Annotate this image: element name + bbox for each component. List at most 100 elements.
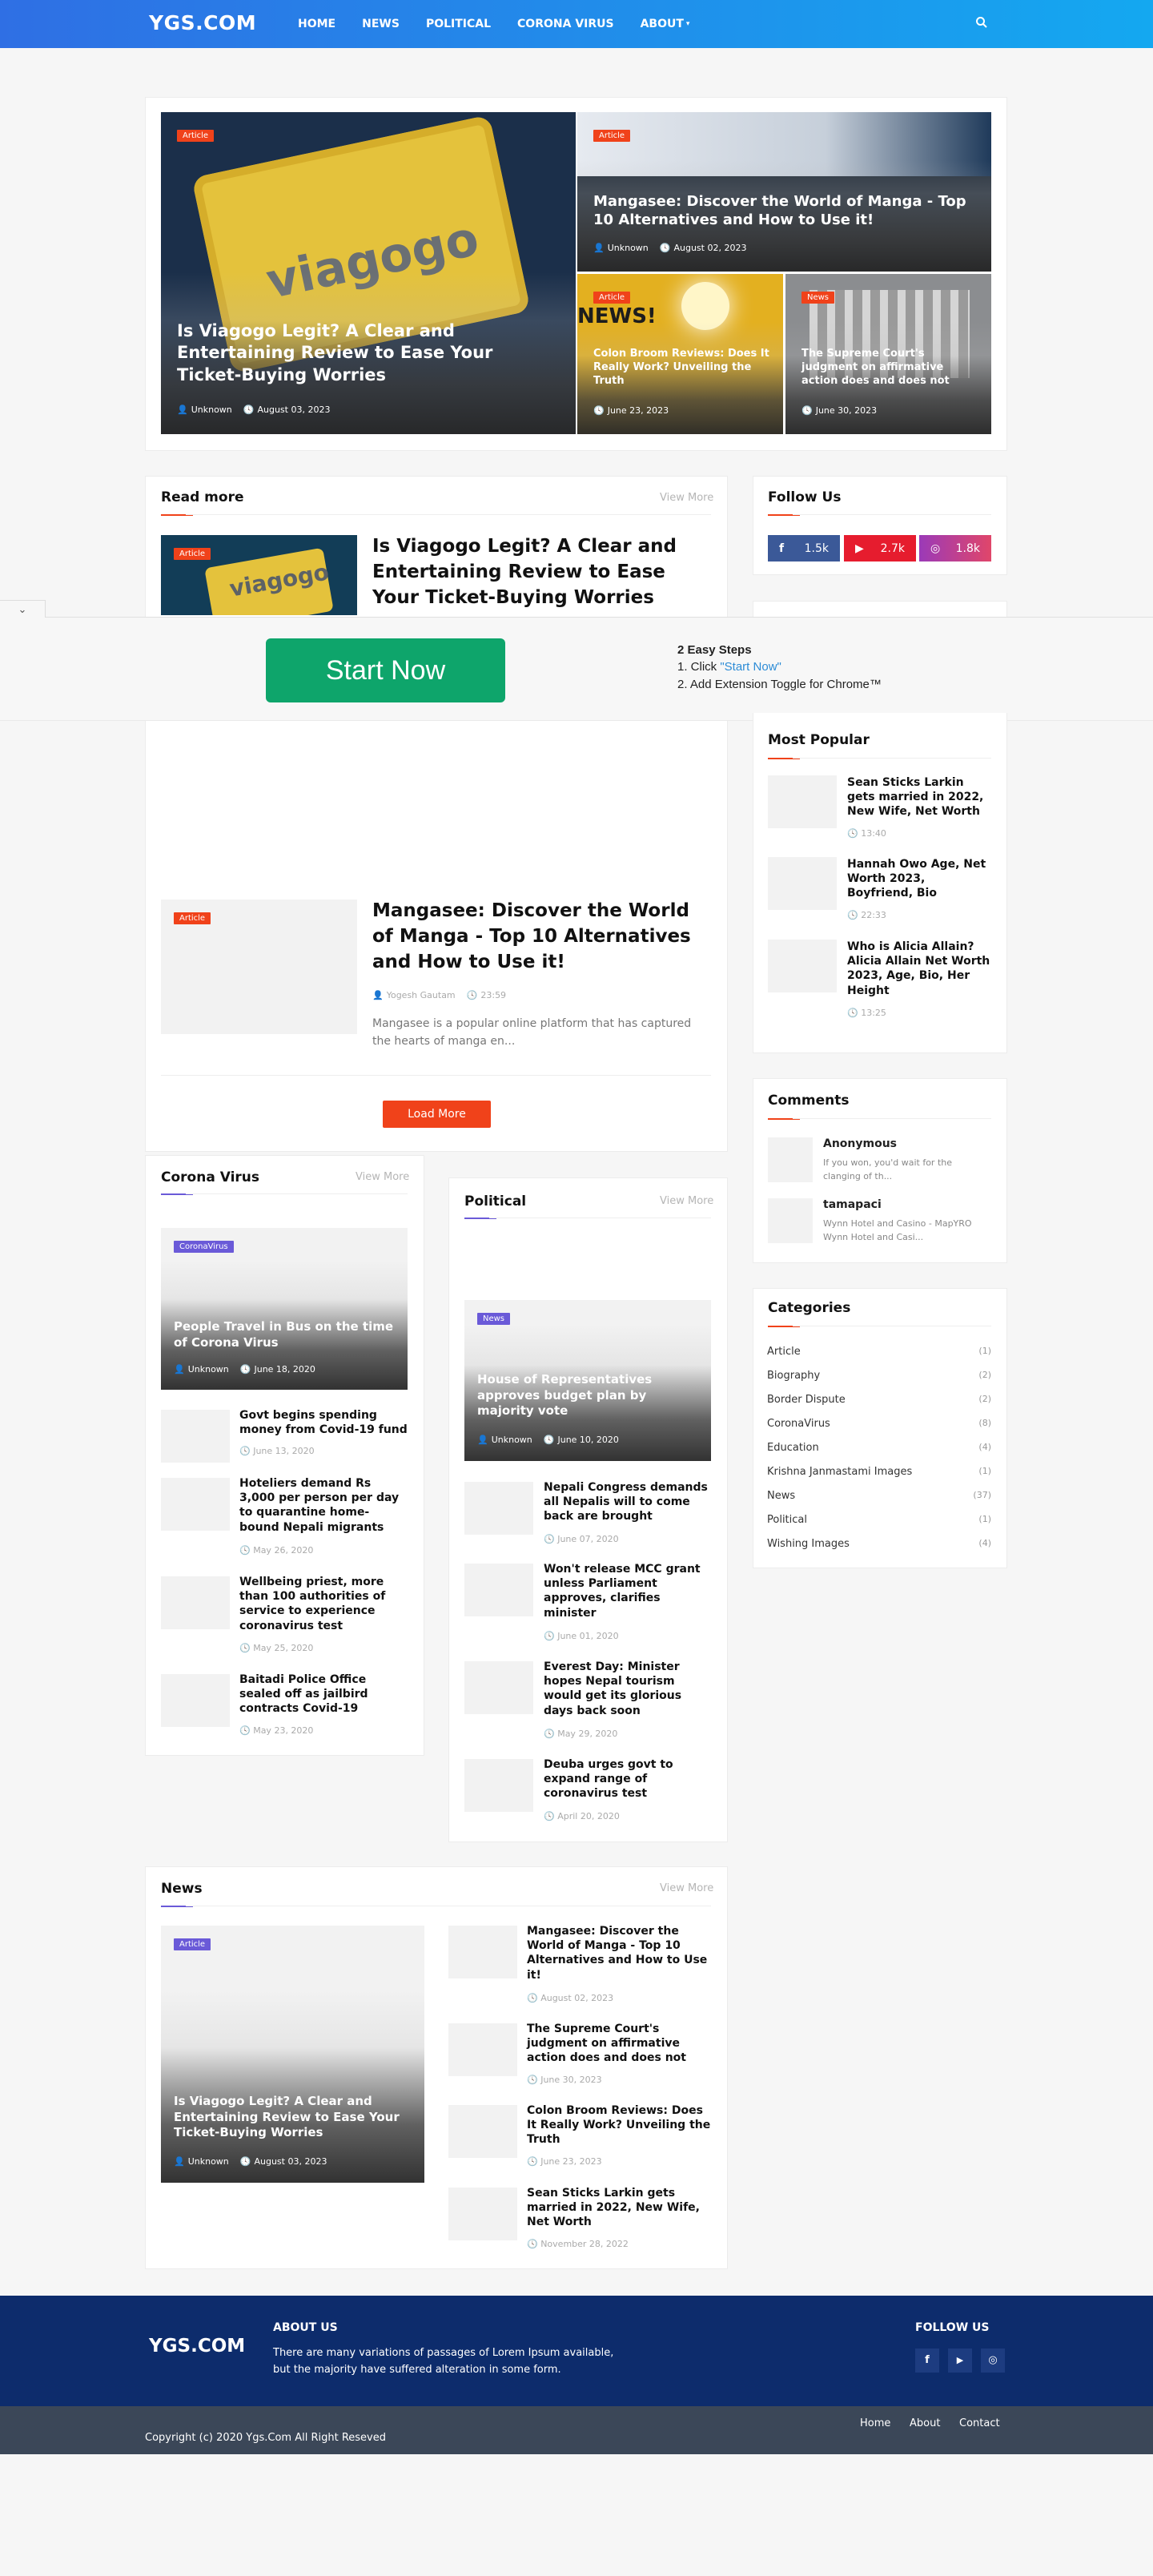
footer-facebook-button[interactable]: f xyxy=(915,2349,939,2373)
category-education[interactable]: Education (4) xyxy=(767,1442,991,1454)
political-item-3-image[interactable] xyxy=(464,1661,533,1714)
featured-bottom-right[interactable]: News The Supreme Court's judgment on aff… xyxy=(785,274,991,434)
comment-1-text[interactable]: If you won, you'd wait for the clanging o… xyxy=(823,1157,952,1183)
nav-home[interactable]: HOME xyxy=(298,18,335,30)
political-main-tag[interactable]: News xyxy=(477,1313,511,1325)
most-popular-item-2-image[interactable] xyxy=(768,857,837,910)
category-news[interactable]: News (37) xyxy=(767,1490,991,1502)
corona-main[interactable]: CoronaVirus People Travel in Bus on the … xyxy=(161,1228,408,1390)
featured-bottom-left[interactable]: NEWS! Article Colon Broom Reviews: Does … xyxy=(577,274,783,434)
youtube-button[interactable]: ▶ 2.7k xyxy=(844,535,916,561)
read-more-post2-tag[interactable]: Article xyxy=(174,912,211,924)
comment-2-name[interactable]: tamapaci xyxy=(823,1198,882,1211)
news-item-4-image[interactable] xyxy=(448,2188,517,2240)
political-main-title[interactable]: House of Representatives approves budget… xyxy=(477,1372,701,1419)
featured-bottom-left-title[interactable]: Colon Broom Reviews: Does It Really Work… xyxy=(593,348,773,388)
instagram-button[interactable]: ◎ 1.8k xyxy=(919,535,991,561)
footer-link-home[interactable]: Home xyxy=(860,2417,890,2429)
political-item-4-image[interactable] xyxy=(464,1759,533,1812)
political-item-1-date: 🕓 June 07, 2020 xyxy=(544,1534,619,1544)
category-political[interactable]: Political (1) xyxy=(767,1514,991,1526)
news-view-more[interactable]: View More xyxy=(660,1882,713,1894)
read-more-post1-image[interactable]: viagogo Article xyxy=(161,535,357,615)
news-title: News xyxy=(161,1881,203,1897)
political-main[interactable]: News House of Representatives approves b… xyxy=(464,1300,711,1461)
start-now-button[interactable]: Start Now xyxy=(266,638,505,702)
corona-main-tag[interactable]: CoronaVirus xyxy=(174,1241,234,1253)
category-article[interactable]: Article (1) xyxy=(767,1346,991,1358)
news-item-2-title[interactable]: The Supreme Court's judgment on affirmat… xyxy=(527,2022,711,2066)
political-item-2-title[interactable]: Won't release MCC grant unless Parliamen… xyxy=(544,1562,712,1620)
ad-step1-link[interactable]: "Start Now" xyxy=(720,660,781,674)
site-logo[interactable]: YGS.COM xyxy=(149,11,256,34)
featured-top-right-title[interactable]: Mangasee: Discover the World of Manga - … xyxy=(593,192,978,230)
footer-link-about[interactable]: About xyxy=(910,2417,940,2429)
most-popular-item-1-image[interactable] xyxy=(768,775,837,828)
nav-political[interactable]: POLITICAL xyxy=(426,18,491,30)
corona-item-1-image[interactable] xyxy=(161,1410,230,1463)
read-more-post1-tag[interactable]: Article xyxy=(174,548,211,560)
most-popular-item-2-time: 🕓 22:33 xyxy=(847,910,886,920)
most-popular-item-3-image[interactable] xyxy=(768,940,837,992)
corona-item-2-title[interactable]: Hoteliers demand Rs 3,000 per person per… xyxy=(239,1476,408,1535)
corona-item-1-title[interactable]: Govt begins spending money from Covid-19… xyxy=(239,1408,408,1437)
ad-collapse-tab[interactable]: ⌄ xyxy=(0,600,46,618)
political-item-1-image[interactable] xyxy=(464,1482,533,1535)
category-wishing-images[interactable]: Wishing Images (4) xyxy=(767,1538,991,1550)
featured-bottom-right-title[interactable]: The Supreme Court's judgment on affirmat… xyxy=(801,348,982,388)
category-coronavirus[interactable]: CoronaVirus (8) xyxy=(767,1418,991,1430)
corona-item-2-image[interactable] xyxy=(161,1478,230,1531)
political-item-2-image[interactable] xyxy=(464,1564,533,1616)
comment-2-text[interactable]: Wynn Hotel and Casino - MapYRO Wynn Hotel… xyxy=(823,1218,972,1244)
most-popular-item-1-title[interactable]: Sean Sticks Larkin gets married in 2022,… xyxy=(847,775,991,819)
nav-corona-virus[interactable]: CORONA VIRUS xyxy=(517,18,614,30)
featured-top-right-tag[interactable]: Article xyxy=(593,130,631,142)
corona-view-more[interactable]: View More xyxy=(356,1171,409,1183)
corona-item-3-image[interactable] xyxy=(161,1576,230,1629)
featured-bottom-left-tag[interactable]: Article xyxy=(593,292,631,304)
category-biography[interactable]: Biography (2) xyxy=(767,1370,991,1382)
news-item-2-image[interactable] xyxy=(448,2023,517,2076)
nav-news[interactable]: NEWS xyxy=(362,18,400,30)
footer-instagram-button[interactable]: ◎ xyxy=(981,2349,1005,2373)
category-krishna-janmastami-images[interactable]: Krishna Janmastami Images (1) xyxy=(767,1466,991,1478)
news-main[interactable]: Article Is Viagogo Legit? A Clear and En… xyxy=(161,1926,424,2183)
political-item-1-title[interactable]: Nepali Congress demands all Nepalis will… xyxy=(544,1480,712,1524)
facebook-button[interactable]: f 1.5k xyxy=(768,535,840,561)
news-main-tag[interactable]: Article xyxy=(174,1938,211,1950)
read-more-post1-title[interactable]: Is Viagogo Legit? A Clear and Entertaini… xyxy=(372,533,709,611)
political-view-more[interactable]: View More xyxy=(660,1195,713,1207)
news-item-4-title[interactable]: Sean Sticks Larkin gets married in 2022,… xyxy=(527,2186,711,2230)
featured-main-tag[interactable]: Article xyxy=(177,130,215,142)
featured-bottom-right-tag[interactable]: News xyxy=(801,292,835,304)
featured-main[interactable]: viagogo Article Is Viagogo Legit? A Clea… xyxy=(161,112,576,434)
nav-about[interactable]: ABOUT ▾ xyxy=(641,18,690,30)
read-more-post2-title[interactable]: Mangasee: Discover the World of Manga - … xyxy=(372,898,709,976)
featured-main-title[interactable]: Is Viagogo Legit? A Clear and Entertaini… xyxy=(177,320,529,386)
footer-link-contact[interactable]: Contact xyxy=(959,2417,1000,2429)
load-more-button[interactable]: Load More xyxy=(383,1101,491,1128)
corona-item-3-title[interactable]: Wellbeing priest, more than 100 authorit… xyxy=(239,1575,408,1633)
corona-main-title[interactable]: People Travel in Bus on the time of Coro… xyxy=(174,1319,398,1350)
footer-logo[interactable]: YGS.COM xyxy=(149,2336,245,2357)
corona-item-4-title[interactable]: Baitadi Police Office sealed off as jail… xyxy=(239,1672,408,1717)
featured-top-right[interactable]: Article Mangasee: Discover the World of … xyxy=(577,112,991,272)
news-item-1-title[interactable]: Mangasee: Discover the World of Manga - … xyxy=(527,1924,711,1982)
footer-about-text: There are many variations of passages of… xyxy=(273,2345,613,2379)
political-item-4-title[interactable]: Deuba urges govt to expand range of coro… xyxy=(544,1757,712,1801)
corona-item-4-image[interactable] xyxy=(161,1674,230,1727)
category-border-dispute[interactable]: Border Dispute (2) xyxy=(767,1394,991,1406)
most-popular-item-2-title[interactable]: Hannah Owo Age, Net Worth 2023, Boyfrien… xyxy=(847,857,991,901)
search-icon[interactable] xyxy=(975,16,991,32)
political-item-3-title[interactable]: Everest Day: Minister hopes Nepal touris… xyxy=(544,1660,712,1718)
news-main-title[interactable]: Is Viagogo Legit? A Clear and Entertaini… xyxy=(174,2094,414,2141)
news-item-3-image[interactable] xyxy=(448,2105,517,2158)
featured-bottom-right-date: June 30, 2023 xyxy=(815,405,878,416)
news-item-1-image[interactable] xyxy=(448,1926,517,1978)
most-popular-item-3-title[interactable]: Who is Alicia Allain? Alicia Allain Net … xyxy=(847,940,991,998)
news-item-3-title[interactable]: Colon Broom Reviews: Does It Really Work… xyxy=(527,2103,711,2147)
footer-youtube-button[interactable]: ▶ xyxy=(948,2349,972,2373)
comment-1-name[interactable]: Anonymous xyxy=(823,1137,897,1150)
read-more-view-more[interactable]: View More xyxy=(660,492,713,504)
comment-2-text-line1: Wynn Hotel and Casino - MapYRO xyxy=(823,1218,972,1229)
